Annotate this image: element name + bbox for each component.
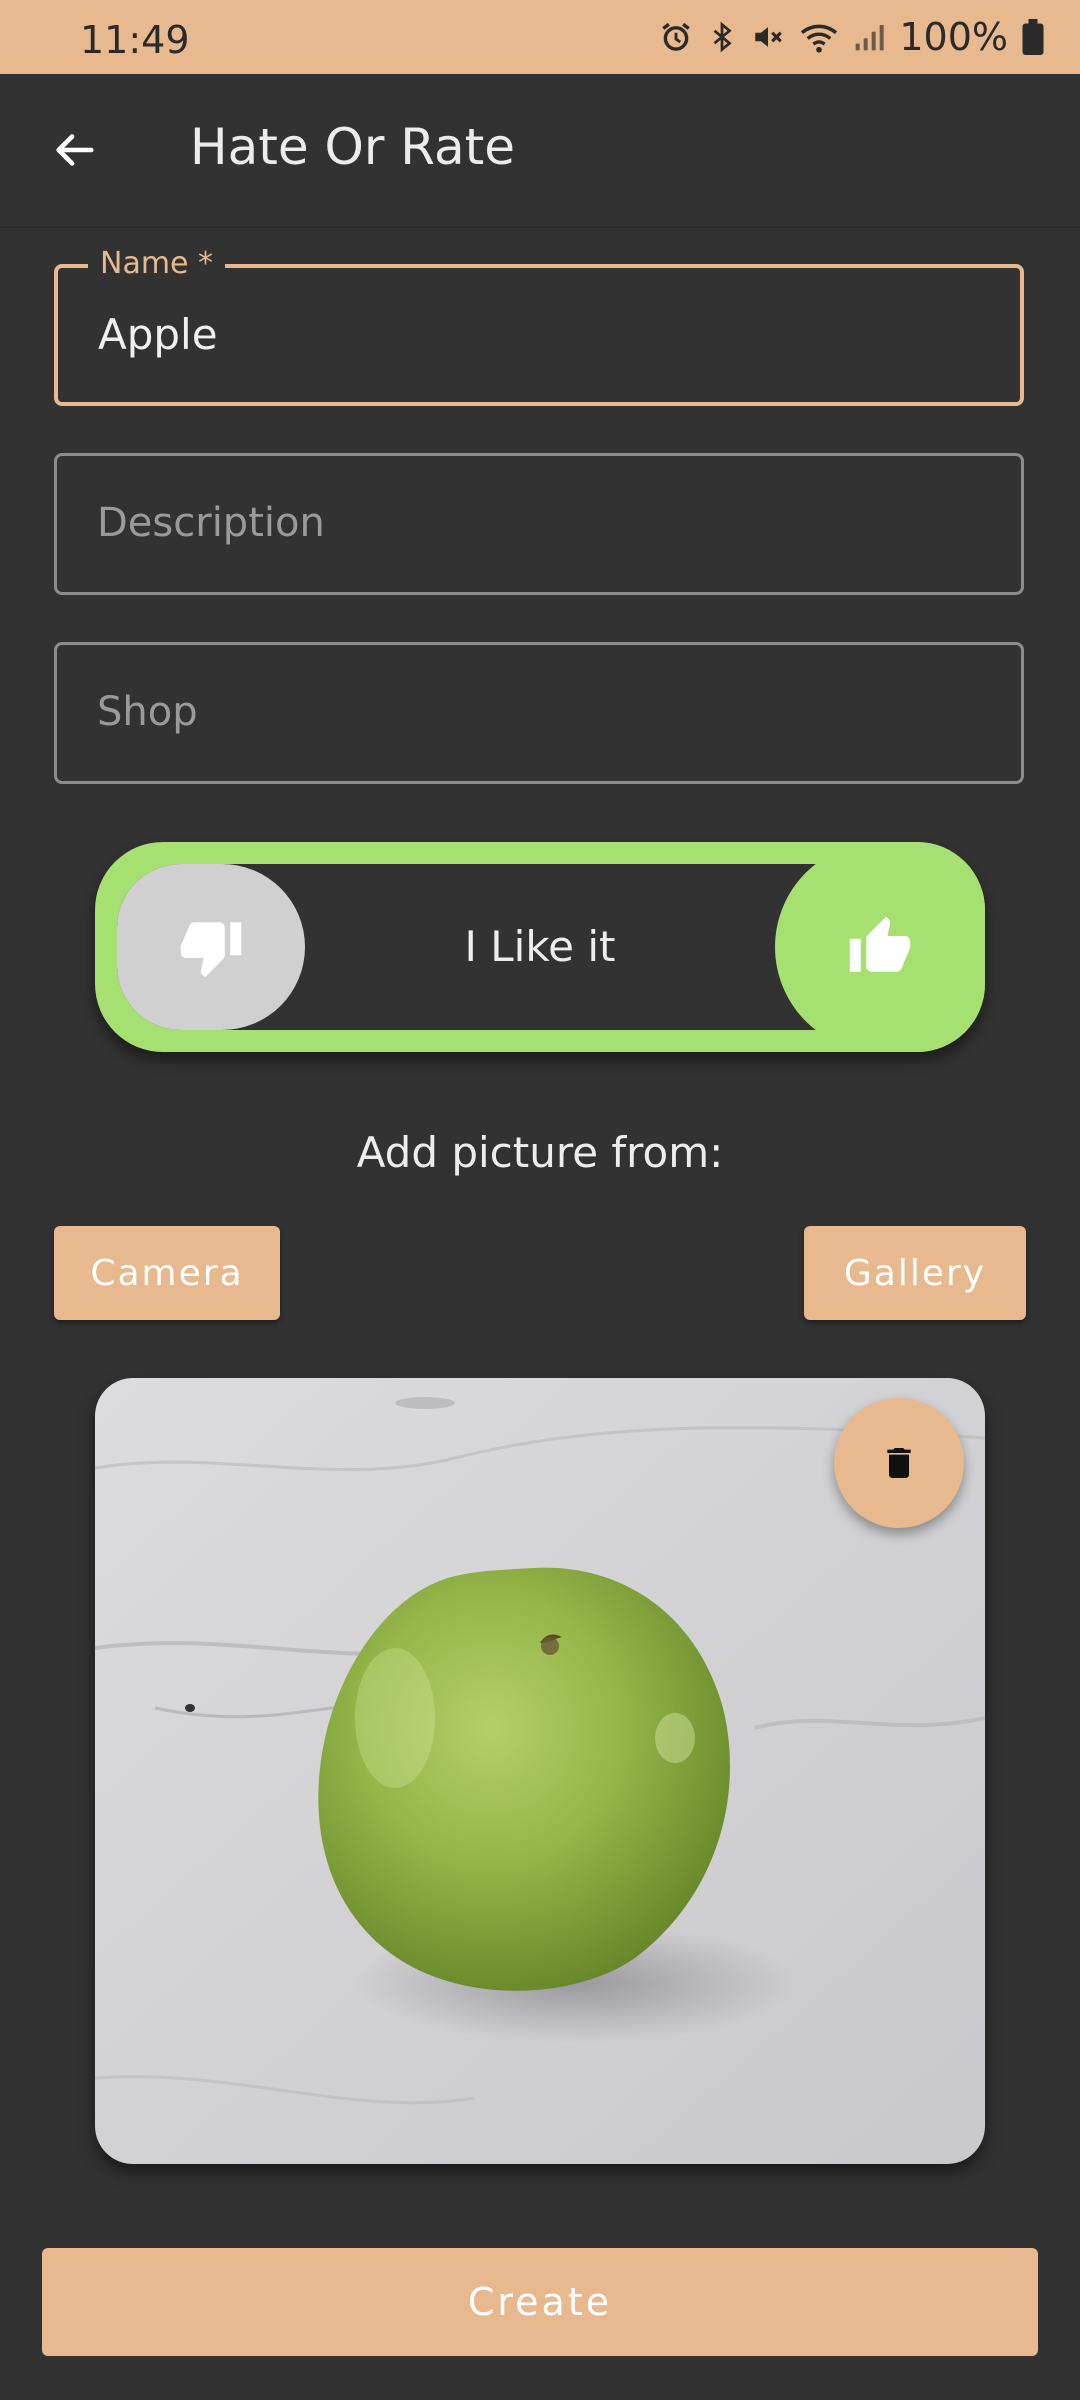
name-field-value[interactable]: Apple bbox=[98, 310, 218, 359]
battery-percent: 100% bbox=[899, 15, 1008, 59]
wifi-icon bbox=[801, 24, 838, 53]
name-field-label: Name * bbox=[88, 246, 226, 281]
status-icons: 100% bbox=[659, 14, 1044, 60]
create-button[interactable]: Create bbox=[42, 2248, 1038, 2356]
bluetooth-icon bbox=[713, 21, 733, 53]
shop-placeholder: Shop bbox=[97, 689, 198, 735]
trash-icon bbox=[887, 1448, 911, 1478]
alarm-icon bbox=[662, 22, 691, 51]
description-field[interactable]: Description bbox=[54, 453, 1024, 595]
battery-icon bbox=[1022, 19, 1044, 55]
rating-toggle[interactable]: I Like it bbox=[95, 842, 985, 1052]
name-field[interactable]: Name * Apple bbox=[54, 246, 1024, 406]
app-bar: Hate Or Rate bbox=[0, 74, 1080, 228]
like-thumb[interactable] bbox=[775, 842, 985, 1052]
mute-icon bbox=[755, 27, 783, 47]
gallery-button[interactable]: Gallery bbox=[804, 1226, 1026, 1320]
thumbs-up-icon bbox=[849, 916, 911, 972]
camera-button[interactable]: Camera bbox=[54, 1226, 280, 1320]
status-time: 11:49 bbox=[80, 18, 190, 62]
page-title: Hate Or Rate bbox=[190, 118, 515, 176]
signal-icon bbox=[856, 25, 885, 51]
status-bar: 11:49 100% bbox=[0, 0, 1080, 74]
add-picture-label: Add picture from: bbox=[356, 1128, 724, 1177]
back-button[interactable] bbox=[34, 118, 114, 182]
arrow-left-icon bbox=[56, 134, 94, 166]
shop-field[interactable]: Shop bbox=[54, 642, 1024, 784]
description-placeholder: Description bbox=[97, 500, 325, 546]
delete-photo-button[interactable] bbox=[834, 1398, 964, 1528]
